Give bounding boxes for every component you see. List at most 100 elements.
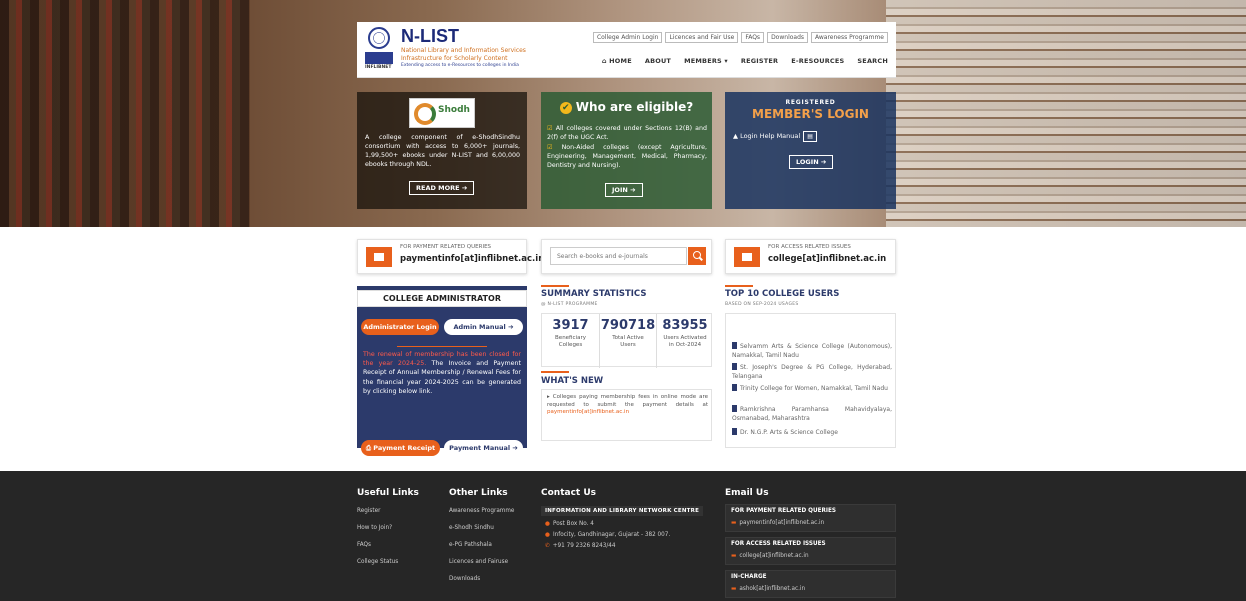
search-input[interactable] xyxy=(550,247,687,265)
footer-link-college-status[interactable]: College Status xyxy=(357,559,398,565)
footer-link-how-to-join[interactable]: How to Join? xyxy=(357,525,392,531)
admin-manual-button[interactable]: Admin Manual ➔ xyxy=(444,319,523,335)
footer-link-downloads[interactable]: Downloads xyxy=(449,576,480,582)
login-help-manual[interactable]: ▲ Login Help Manual ▤ xyxy=(733,131,817,142)
site-footer: Useful Links Register How to Join? FAQs … xyxy=(0,471,1246,601)
payment-email[interactable]: paymentinfo[at]inflibnet.ac.in xyxy=(400,254,544,264)
email-box-payment: FOR PAYMENT RELATED QUERIES ▬ paymentinfo… xyxy=(725,504,896,532)
whats-new-box: ▸ Colleges paying membership fees in onl… xyxy=(541,389,712,441)
caret-down-icon: ▾ xyxy=(721,57,728,65)
footer-link-epg-pathshala[interactable]: e-PG Pathshala xyxy=(449,542,492,548)
top-users-subtitle: BASED ON SEP-2024 USAGES xyxy=(725,302,799,307)
list-item: Dr. N.G.P. Arts & Science College xyxy=(732,428,892,438)
footer-link-licences[interactable]: Licences and Fairuse xyxy=(449,559,508,565)
email-box-access: FOR ACCESS RELATED ISSUES ▬ college[at]in… xyxy=(725,537,896,565)
search-button[interactable] xyxy=(688,247,706,265)
list-item: Ramkrishna Paramhansa Mahavidyalaya, Osm… xyxy=(732,405,892,422)
brand-subtitle-2: Infrastructure for Scholarly Content xyxy=(401,55,508,62)
footer-email-access[interactable]: ▬ college[at]inflibnet.ac.in xyxy=(731,553,809,559)
checkbox-icon: ☑ xyxy=(547,144,562,151)
site-header: INFLIBNET N-LIST National Library and In… xyxy=(357,22,896,78)
list-item: Selvamm Arts & Science College (Autonomo… xyxy=(732,342,892,359)
building-icon xyxy=(732,342,737,349)
toplink-licences[interactable]: Licences and Fair Use xyxy=(665,32,739,43)
toplink-downloads[interactable]: Downloads xyxy=(767,32,809,43)
top-college-users-list: Selvamm Arts & Science College (Autonomo… xyxy=(725,313,896,448)
brand-subtitle-1: National Library and Information Service… xyxy=(401,47,526,54)
payment-receipt-button[interactable]: ⎙ Payment Receipt xyxy=(361,440,440,456)
toplink-awareness[interactable]: Awareness Programme xyxy=(811,32,888,43)
eligibility-item-2: ☑ Non-Aided colleges (except Agriculture… xyxy=(547,144,707,169)
toplink-admin-login[interactable]: College Admin Login xyxy=(592,32,663,43)
nav-search[interactable]: SEARCH xyxy=(857,57,888,65)
map-pin-icon: ● xyxy=(545,532,550,538)
summary-statistics-title: SUMMARY STATISTICS xyxy=(541,289,647,299)
search-card xyxy=(541,239,712,274)
useful-links-title: Useful Links xyxy=(357,488,419,498)
member-login-panel: REGISTERED MEMBER'S LOGIN ▲ Login Help M… xyxy=(725,92,896,209)
footer-link-eshodhsindhu[interactable]: e-Shodh Sindhu xyxy=(449,525,494,531)
phone-icon: ✆ xyxy=(545,543,550,549)
access-issues-label: FOR ACCESS RELATED ISSUES xyxy=(768,244,851,250)
document-icon[interactable]: ▤ xyxy=(803,131,817,142)
footer-email-incharge[interactable]: ▬ ashok[at]inflibnet.ac.in xyxy=(731,586,805,592)
eligibility-item-1: ☑ All colleges covered under Sections 12… xyxy=(547,125,707,141)
login-button[interactable]: LOGIN ➔ xyxy=(789,155,834,169)
envelope-icon: ▬ xyxy=(731,520,737,526)
arrow-circle-icon: ➔ xyxy=(508,323,514,331)
footer-link-faqs[interactable]: FAQs xyxy=(357,542,371,548)
bookshelf-image-left xyxy=(0,0,250,227)
eshodhsindhu-description: A college component of e-ShodhSindhu con… xyxy=(365,134,520,168)
contact-phone: ✆ +91 79 2326 8243/44 xyxy=(545,543,616,549)
contact-us-title: Contact Us xyxy=(541,488,597,498)
member-login-title: MEMBER'S LOGIN xyxy=(752,107,869,121)
summary-statistics-subtitle: @ N-LIST PROGRAMME xyxy=(541,302,598,307)
building-icon xyxy=(732,428,737,435)
map-pin-icon: ● xyxy=(545,521,550,527)
footer-link-register[interactable]: Register xyxy=(357,508,380,514)
stat-total-active-users: 790718 Total Active Users xyxy=(599,314,656,368)
payment-manual-button[interactable]: Payment Manual ➔ xyxy=(444,440,523,456)
eligibility-panel: ✔ Who are eligible? ☑ All colleges covere… xyxy=(541,92,712,209)
access-email[interactable]: college[at]inflibnet.ac.in xyxy=(768,254,886,264)
whats-new-title: WHAT'S NEW xyxy=(541,376,604,386)
nav-eresources[interactable]: E-RESOURCES xyxy=(791,57,844,65)
envelope-icon: ▬ xyxy=(731,553,737,559)
check-circle-icon: ✔ xyxy=(559,101,572,114)
list-item: Trinity College for Women, Namakkal, Tam… xyxy=(732,384,892,394)
bookshelf-image-right xyxy=(886,0,1246,227)
stat-users-activated: 83955 Users Activated in Oct-2024 xyxy=(656,314,713,368)
building-icon xyxy=(732,405,737,412)
access-issues-card: FOR ACCESS RELATED ISSUES college[at]inf… xyxy=(725,239,896,274)
envelope-icon xyxy=(366,247,392,267)
top-links: College Admin Login Licences and Fair Us… xyxy=(592,32,888,43)
nav-members[interactable]: MEMBERS ▾ xyxy=(684,57,728,65)
news-email-link[interactable]: paymentinfo[at]inflibnet.ac.in xyxy=(547,409,629,415)
payment-queries-label: FOR PAYMENT RELATED QUERIES xyxy=(400,244,492,250)
envelope-icon xyxy=(734,247,760,267)
top-users-title: TOP 10 COLLEGE USERS xyxy=(725,289,840,299)
inflibnet-logo[interactable]: INFLIBNET xyxy=(365,27,395,73)
envelope-icon: ▬ xyxy=(731,586,737,592)
nav-home[interactable]: ⌂ HOME xyxy=(602,57,632,65)
other-links-title: Other Links xyxy=(449,488,508,498)
eligibility-title: ✔ Who are eligible? xyxy=(541,100,712,114)
administrator-login-button[interactable]: Administrator Login xyxy=(361,319,439,335)
arrow-circle-icon: ➔ xyxy=(820,158,827,166)
toplink-faqs[interactable]: FAQs xyxy=(741,32,765,43)
footer-email-payment[interactable]: ▬ paymentinfo[at]inflibnet.ac.in xyxy=(731,520,824,526)
email-box-incharge: IN-CHARGE ▬ ashok[at]inflibnet.ac.in xyxy=(725,570,896,598)
arrow-circle-icon: ➔ xyxy=(461,184,468,192)
nav-about[interactable]: ABOUT xyxy=(645,57,671,65)
globe-icon xyxy=(368,27,390,49)
read-more-button[interactable]: READ MORE ➔ xyxy=(409,181,475,195)
footer-link-awareness[interactable]: Awareness Programme xyxy=(449,508,514,514)
eshodhsindhu-panel: Shodh A college component of e-ShodhSind… xyxy=(357,92,527,209)
renewal-notice: The renewal of membership has been close… xyxy=(363,351,521,395)
eshodhsindhu-logo: Shodh xyxy=(409,98,475,128)
nav-register[interactable]: REGISTER xyxy=(741,57,778,65)
brand-tagline: Extending access to e-Resources to colle… xyxy=(401,63,519,68)
brand-name[interactable]: N-LIST xyxy=(401,26,459,47)
join-button[interactable]: JOIN ➔ xyxy=(605,183,643,197)
summary-statistics: 3917 Beneficiary Colleges 790718 Total A… xyxy=(541,313,713,368)
